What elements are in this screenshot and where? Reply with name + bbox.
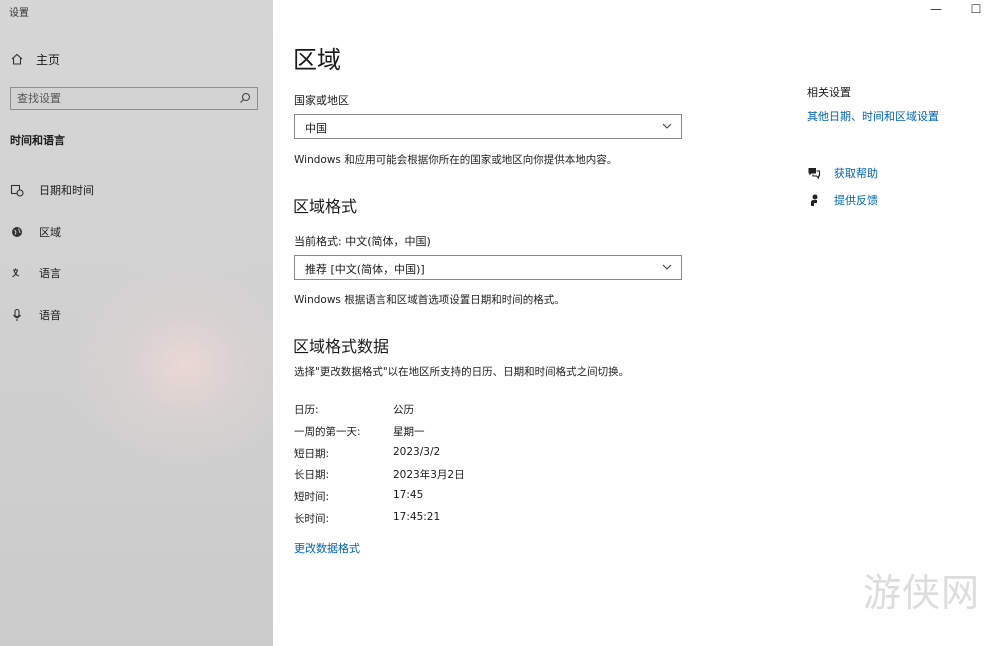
watermark-logo: 游侠网 [863, 571, 981, 615]
sidebar-item-label: 日期和时间 [39, 184, 94, 197]
country-select-value: 中国 [305, 122, 327, 135]
regional-format-heading: 区域格式 [293, 197, 358, 216]
get-help-link[interactable]: 获取帮助 [834, 165, 878, 181]
row-key: 长日期: [294, 469, 330, 481]
row-key: 短日期: [294, 448, 330, 460]
search-input[interactable] [17, 90, 217, 107]
globe-icon [12, 227, 22, 237]
row-value: 2023/3/2 [393, 446, 441, 458]
row-key: 短时间: [294, 491, 330, 503]
get-help-row[interactable]: 获取帮助 [807, 164, 878, 182]
row-value: 星期一 [393, 426, 425, 438]
main-content: — ☐ 区域 国家或地区 中国 Windows 和应用可能会根据你所在的国家或地… [273, 0, 1000, 646]
row-key: 长时间: [294, 513, 330, 525]
minimize-button[interactable]: — [927, 2, 945, 16]
sidebar-item-language[interactable]: 语言 [10, 263, 260, 283]
sidebar-item-label: 区域 [39, 226, 61, 239]
window-title: 设置 [9, 8, 29, 19]
country-label: 国家或地区 [294, 94, 349, 107]
search-box[interactable] [10, 87, 258, 110]
format-data-heading: 区域格式数据 [293, 337, 390, 356]
row-value: 17:45 [393, 489, 424, 501]
row-value: 17:45:21 [393, 511, 441, 523]
feedback-icon [811, 194, 818, 206]
page-title: 区域 [293, 46, 341, 74]
country-description: Windows 和应用可能会根据你所在的国家或地区向你提供本地内容。 [294, 154, 618, 166]
sidebar-section-title: 时间和语言 [10, 134, 65, 147]
microphone-icon [13, 308, 21, 321]
home-label: 主页 [36, 52, 61, 67]
row-value: 公历 [393, 404, 414, 416]
give-feedback-link[interactable]: 提供反馈 [834, 192, 878, 208]
language-icon [12, 268, 20, 278]
regional-format-select[interactable]: 推荐 [中文(简体，中国)] [294, 255, 682, 280]
chat-help-icon [808, 168, 821, 180]
maximize-button[interactable]: ☐ [967, 2, 985, 16]
regional-format-value: 推荐 [中文(简体，中国)] [305, 263, 425, 276]
sidebar: 设置 主页 时间和语言 日期和时间 区域 语言 [0, 0, 273, 646]
row-value: 2023年3月2日 [393, 469, 465, 481]
format-data-description: 选择"更改数据格式"以在地区所支持的日历、日期和时间格式之间切换。 [294, 366, 630, 378]
sidebar-item-speech[interactable]: 语音 [10, 305, 260, 325]
sidebar-item-region[interactable]: 区域 [10, 222, 260, 242]
row-key: 一周的第一天: [294, 426, 361, 438]
format-description: Windows 根据语言和区域首选项设置日期和时间的格式。 [294, 294, 565, 306]
home-icon [11, 53, 23, 65]
country-select[interactable]: 中国 [294, 114, 682, 139]
sidebar-item-date-time[interactable]: 日期和时间 [10, 180, 260, 200]
row-key: 日历: [294, 404, 319, 416]
home-nav-item[interactable]: 主页 [10, 49, 60, 69]
calendar-clock-icon [10, 184, 24, 197]
chevron-down-icon [662, 264, 672, 270]
current-format-label: 当前格式: 中文(简体，中国) [294, 235, 431, 248]
chevron-down-icon [662, 123, 672, 129]
related-settings-title: 相关设置 [807, 86, 851, 99]
additional-date-time-region-link[interactable]: 其他日期、时间和区域设置 [807, 108, 939, 124]
change-data-format-link[interactable]: 更改数据格式 [294, 540, 360, 556]
feedback-row[interactable]: 提供反馈 [807, 191, 878, 209]
sidebar-item-label: 语言 [39, 267, 61, 280]
search-icon[interactable] [238, 91, 252, 105]
sidebar-item-label: 语音 [39, 309, 61, 322]
